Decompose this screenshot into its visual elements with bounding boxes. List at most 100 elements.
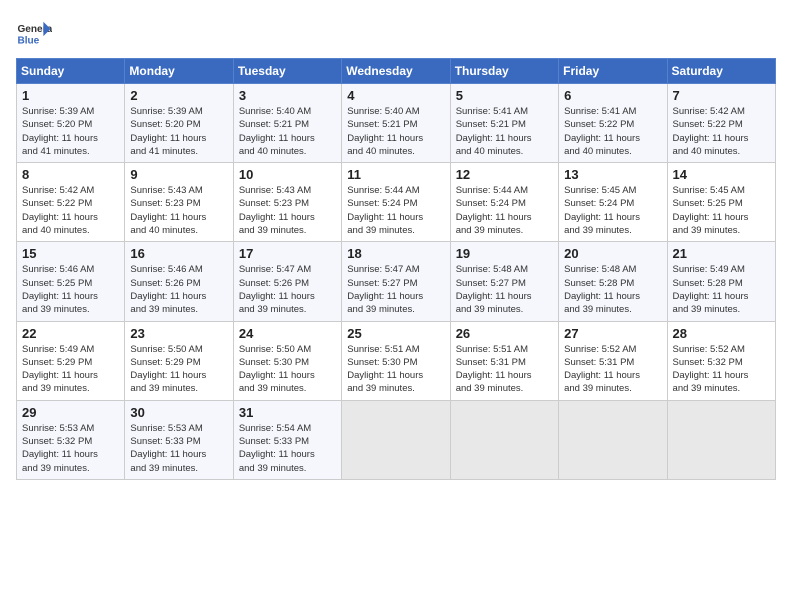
day-number: 20: [564, 246, 661, 261]
day-number: 26: [456, 326, 553, 341]
day-number: 9: [130, 167, 227, 182]
day-number: 17: [239, 246, 336, 261]
weekday-header-saturday: Saturday: [667, 59, 775, 84]
day-number: 4: [347, 88, 444, 103]
day-number: 12: [456, 167, 553, 182]
day-info: Sunrise: 5:40 AMSunset: 5:21 PMDaylight:…: [239, 105, 336, 158]
calendar-cell: 23 Sunrise: 5:50 AMSunset: 5:29 PMDayligh…: [125, 321, 233, 400]
day-info: Sunrise: 5:43 AMSunset: 5:23 PMDaylight:…: [239, 184, 336, 237]
svg-text:Blue: Blue: [17, 35, 39, 46]
day-number: 23: [130, 326, 227, 341]
logo: General Blue: [16, 16, 52, 52]
calendar-cell: 10Sunrise: 5:43 AMSunset: 5:23 PMDayligh…: [233, 163, 341, 242]
day-number: 3: [239, 88, 336, 103]
day-info: Sunrise: 5:50 AMSunset: 5:29 PMDaylight:…: [130, 343, 227, 396]
day-info: Sunrise: 5:48 AMSunset: 5:28 PMDaylight:…: [564, 263, 661, 316]
day-info: Sunrise: 5:53 AMSunset: 5:32 PMDaylight:…: [22, 422, 119, 475]
day-info: Sunrise: 5:50 AMSunset: 5:30 PMDaylight:…: [239, 343, 336, 396]
day-number: 30: [130, 405, 227, 420]
day-info: Sunrise: 5:51 AMSunset: 5:31 PMDaylight:…: [456, 343, 553, 396]
day-number: 6: [564, 88, 661, 103]
day-info: Sunrise: 5:44 AMSunset: 5:24 PMDaylight:…: [456, 184, 553, 237]
day-number: 29: [22, 405, 119, 420]
calendar-cell: 21Sunrise: 5:49 AMSunset: 5:28 PMDayligh…: [667, 242, 775, 321]
day-info: Sunrise: 5:49 AMSunset: 5:28 PMDaylight:…: [673, 263, 770, 316]
calendar-cell: 27 Sunrise: 5:52 AMSunset: 5:31 PMDayligh…: [559, 321, 667, 400]
calendar-cell: 7 Sunrise: 5:42 AMSunset: 5:22 PMDaylight…: [667, 84, 775, 163]
day-number: 14: [673, 167, 770, 182]
weekday-header-thursday: Thursday: [450, 59, 558, 84]
day-number: 25: [347, 326, 444, 341]
calendar-cell: 11 Sunrise: 5:44 AMSunset: 5:24 PMDayligh…: [342, 163, 450, 242]
day-info: Sunrise: 5:49 AMSunset: 5:29 PMDaylight:…: [22, 343, 119, 396]
day-number: 24: [239, 326, 336, 341]
day-info: Sunrise: 5:48 AMSunset: 5:27 PMDaylight:…: [456, 263, 553, 316]
day-info: Sunrise: 5:44 AMSunset: 5:24 PMDaylight:…: [347, 184, 444, 237]
calendar-cell: 24 Sunrise: 5:50 AMSunset: 5:30 PMDayligh…: [233, 321, 341, 400]
day-info: Sunrise: 5:42 AMSunset: 5:22 PMDaylight:…: [22, 184, 119, 237]
calendar-cell: 5 Sunrise: 5:41 AMSunset: 5:21 PMDaylight…: [450, 84, 558, 163]
calendar-cell: 30 Sunrise: 5:53 AMSunset: 5:33 PMDayligh…: [125, 400, 233, 479]
day-info: Sunrise: 5:52 AMSunset: 5:31 PMDaylight:…: [564, 343, 661, 396]
calendar-cell: 28 Sunrise: 5:52 AMSunset: 5:32 PMDayligh…: [667, 321, 775, 400]
day-number: 27: [564, 326, 661, 341]
day-number: 28: [673, 326, 770, 341]
calendar-cell: 2 Sunrise: 5:39 AMSunset: 5:20 PMDaylight…: [125, 84, 233, 163]
day-info: Sunrise: 5:45 AMSunset: 5:25 PMDaylight:…: [673, 184, 770, 237]
day-info: Sunrise: 5:53 AMSunset: 5:33 PMDaylight:…: [130, 422, 227, 475]
calendar-cell: 4 Sunrise: 5:40 AMSunset: 5:21 PMDaylight…: [342, 84, 450, 163]
day-info: Sunrise: 5:54 AMSunset: 5:33 PMDaylight:…: [239, 422, 336, 475]
day-info: Sunrise: 5:42 AMSunset: 5:22 PMDaylight:…: [673, 105, 770, 158]
weekday-header-wednesday: Wednesday: [342, 59, 450, 84]
page-header: General Blue: [16, 16, 776, 52]
calendar-cell: 12 Sunrise: 5:44 AMSunset: 5:24 PMDayligh…: [450, 163, 558, 242]
logo-icon: General Blue: [16, 16, 52, 52]
day-info: Sunrise: 5:47 AMSunset: 5:26 PMDaylight:…: [239, 263, 336, 316]
calendar-cell: 6 Sunrise: 5:41 AMSunset: 5:22 PMDaylight…: [559, 84, 667, 163]
calendar-cell: 3 Sunrise: 5:40 AMSunset: 5:21 PMDaylight…: [233, 84, 341, 163]
day-info: Sunrise: 5:39 AMSunset: 5:20 PMDaylight:…: [130, 105, 227, 158]
day-number: 15: [22, 246, 119, 261]
weekday-header-sunday: Sunday: [17, 59, 125, 84]
calendar-cell: 20 Sunrise: 5:48 AMSunset: 5:28 PMDayligh…: [559, 242, 667, 321]
day-number: 8: [22, 167, 119, 182]
calendar-cell: 14 Sunrise: 5:45 AMSunset: 5:25 PMDayligh…: [667, 163, 775, 242]
calendar-cell: 13 Sunrise: 5:45 AMSunset: 5:24 PMDayligh…: [559, 163, 667, 242]
day-info: Sunrise: 5:41 AMSunset: 5:22 PMDaylight:…: [564, 105, 661, 158]
weekday-header-monday: Monday: [125, 59, 233, 84]
day-number: 18: [347, 246, 444, 261]
calendar-cell: [667, 400, 775, 479]
day-info: Sunrise: 5:43 AMSunset: 5:23 PMDaylight:…: [130, 184, 227, 237]
calendar-cell: 16 Sunrise: 5:46 AMSunset: 5:26 PMDayligh…: [125, 242, 233, 321]
day-number: 19: [456, 246, 553, 261]
day-info: Sunrise: 5:46 AMSunset: 5:26 PMDaylight:…: [130, 263, 227, 316]
calendar-cell: 19 Sunrise: 5:48 AMSunset: 5:27 PMDayligh…: [450, 242, 558, 321]
day-number: 2: [130, 88, 227, 103]
weekday-header-friday: Friday: [559, 59, 667, 84]
calendar-cell: 31Sunrise: 5:54 AMSunset: 5:33 PMDayligh…: [233, 400, 341, 479]
day-info: Sunrise: 5:40 AMSunset: 5:21 PMDaylight:…: [347, 105, 444, 158]
day-number: 22: [22, 326, 119, 341]
calendar-cell: 9 Sunrise: 5:43 AMSunset: 5:23 PMDaylight…: [125, 163, 233, 242]
day-number: 5: [456, 88, 553, 103]
calendar-cell: 29 Sunrise: 5:53 AMSunset: 5:32 PMDayligh…: [17, 400, 125, 479]
day-info: Sunrise: 5:41 AMSunset: 5:21 PMDaylight:…: [456, 105, 553, 158]
day-number: 7: [673, 88, 770, 103]
calendar-cell: [342, 400, 450, 479]
calendar-cell: 18Sunrise: 5:47 AMSunset: 5:27 PMDayligh…: [342, 242, 450, 321]
day-number: 11: [347, 167, 444, 182]
calendar-cell: 8 Sunrise: 5:42 AMSunset: 5:22 PMDaylight…: [17, 163, 125, 242]
day-info: Sunrise: 5:45 AMSunset: 5:24 PMDaylight:…: [564, 184, 661, 237]
calendar-cell: 17 Sunrise: 5:47 AMSunset: 5:26 PMDayligh…: [233, 242, 341, 321]
day-info: Sunrise: 5:52 AMSunset: 5:32 PMDaylight:…: [673, 343, 770, 396]
day-number: 16: [130, 246, 227, 261]
day-info: Sunrise: 5:46 AMSunset: 5:25 PMDaylight:…: [22, 263, 119, 316]
calendar-cell: 26 Sunrise: 5:51 AMSunset: 5:31 PMDayligh…: [450, 321, 558, 400]
calendar-cell: [559, 400, 667, 479]
calendar-table: SundayMondayTuesdayWednesdayThursdayFrid…: [16, 58, 776, 480]
day-number: 13: [564, 167, 661, 182]
calendar-cell: 22 Sunrise: 5:49 AMSunset: 5:29 PMDayligh…: [17, 321, 125, 400]
day-number: 1: [22, 88, 119, 103]
calendar-cell: 25Sunrise: 5:51 AMSunset: 5:30 PMDayligh…: [342, 321, 450, 400]
calendar-cell: 1Sunrise: 5:39 AMSunset: 5:20 PMDaylight…: [17, 84, 125, 163]
